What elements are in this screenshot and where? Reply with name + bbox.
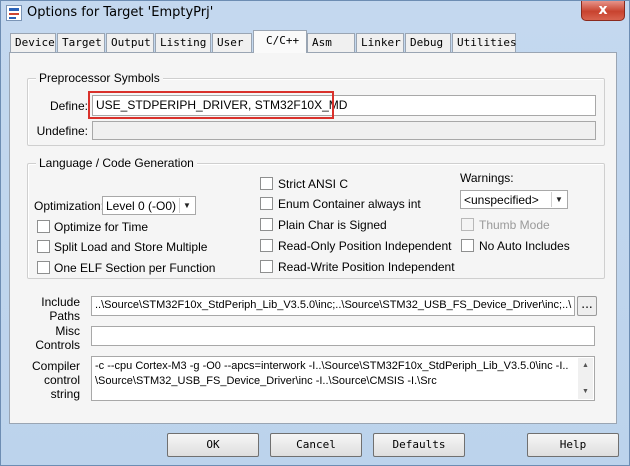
ok-button[interactable]: OK — [167, 433, 259, 457]
help-button[interactable]: Help — [527, 433, 619, 457]
tab-listing[interactable]: Listing — [155, 33, 211, 52]
enum-container-label: Enum Container always int — [278, 197, 421, 211]
options-dialog: Options for Target 'EmptyPrj' x Device T… — [0, 0, 630, 466]
compiler-control-line-2: \Source\STM32_USB_FS_Device_Driver\inc -… — [95, 375, 437, 387]
strict-ansi-label: Strict ANSI C — [278, 177, 349, 191]
thumb-mode-label: Thumb Mode — [479, 218, 550, 232]
optimization-select[interactable]: Level 0 (-O0) ▼ — [102, 196, 196, 215]
warnings-select[interactable]: <unspecified> ▼ — [460, 190, 568, 209]
misc-controls-label: Misc Controls — [35, 324, 80, 352]
strict-ansi-checkbox[interactable] — [260, 177, 273, 190]
misc-controls-input[interactable] — [91, 326, 595, 346]
tab-device[interactable]: Device — [10, 33, 56, 52]
thumb-mode-checkbox — [461, 218, 474, 231]
plain-char-checkbox[interactable] — [260, 218, 273, 231]
window-title: Options for Target 'EmptyPrj' — [27, 5, 214, 20]
undefine-label: Undefine: — [36, 124, 88, 138]
plain-char-label: Plain Char is Signed — [278, 218, 387, 232]
cc-tab-panel: Preprocessor Symbols Define: USE_STDPERI… — [9, 52, 617, 424]
tab-user[interactable]: User — [212, 33, 252, 52]
enum-container-checkbox[interactable] — [260, 197, 273, 210]
rw-position-checkbox[interactable] — [260, 260, 273, 273]
scroll-up-icon[interactable]: ▲ — [578, 358, 593, 373]
compiler-control-string[interactable]: -c --cpu Cortex-M3 -g -O0 --apcs=interwo… — [91, 356, 595, 401]
optimize-time-checkbox[interactable] — [37, 220, 50, 233]
warnings-label: Warnings: — [460, 171, 514, 185]
language-title: Language / Code Generation — [36, 156, 197, 170]
tab-utilities[interactable]: Utilities — [452, 33, 517, 52]
app-icon — [6, 5, 22, 21]
cancel-button[interactable]: Cancel — [270, 433, 362, 457]
tab-linker[interactable]: Linker — [356, 33, 404, 52]
one-elf-checkbox[interactable] — [37, 261, 50, 274]
defaults-button[interactable]: Defaults — [373, 433, 465, 457]
scroll-down-icon[interactable]: ▼ — [578, 384, 593, 399]
no-auto-includes-label: No Auto Includes — [479, 239, 570, 253]
include-paths-input[interactable]: ..\Source\STM32F10x_StdPeriph_Lib_V3.5.0… — [91, 296, 575, 316]
include-paths-browse-button[interactable]: ... — [577, 296, 597, 316]
tab-asm[interactable]: Asm — [307, 33, 355, 52]
split-load-checkbox[interactable] — [37, 240, 50, 253]
compiler-control-label: Compiler control string — [31, 359, 80, 401]
rw-position-label: Read-Write Position Independent — [278, 260, 455, 274]
optimization-value: Level 0 (-O0) — [106, 199, 177, 213]
tab-debug[interactable]: Debug — [405, 33, 451, 52]
optimize-time-label: Optimize for Time — [54, 220, 149, 234]
tab-cc[interactable]: C/C++ — [253, 30, 307, 53]
split-load-label: Split Load and Store Multiple — [54, 240, 208, 254]
dropdown-arrow-icon: ▼ — [179, 198, 194, 213]
close-button[interactable]: x — [581, 1, 625, 21]
include-paths-label: Include Paths — [41, 295, 80, 323]
define-highlight-annotation — [88, 91, 334, 119]
undefine-input[interactable] — [92, 121, 596, 140]
ro-position-label: Read-Only Position Independent — [278, 239, 452, 253]
define-label: Define: — [49, 99, 88, 113]
tab-target[interactable]: Target — [57, 33, 105, 52]
dropdown-arrow-icon: ▼ — [551, 192, 566, 207]
tab-output[interactable]: Output — [106, 33, 154, 52]
warnings-value: <unspecified> — [464, 193, 539, 207]
compiler-control-scrollbar[interactable]: ▲ ▼ — [578, 358, 593, 399]
one-elf-label: One ELF Section per Function — [54, 261, 216, 275]
ro-position-checkbox[interactable] — [260, 239, 273, 252]
title-bar[interactable]: Options for Target 'EmptyPrj' x — [1, 1, 629, 27]
compiler-control-line-1: -c --cpu Cortex-M3 -g -O0 --apcs=interwo… — [95, 360, 569, 372]
optimization-label: Optimization: — [34, 199, 105, 213]
preprocessor-title: Preprocessor Symbols — [36, 71, 163, 85]
no-auto-includes-checkbox[interactable] — [461, 239, 474, 252]
